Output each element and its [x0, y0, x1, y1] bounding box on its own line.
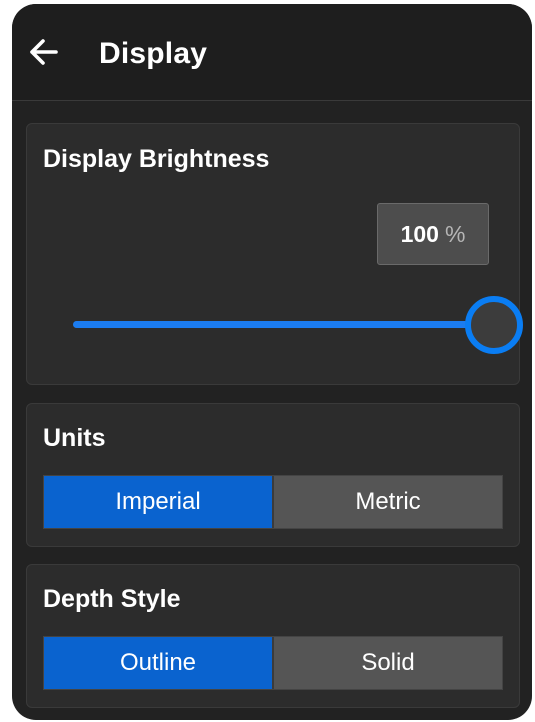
- units-option-metric[interactable]: Metric: [274, 476, 502, 528]
- brightness-value-field[interactable]: 100 %: [377, 203, 489, 265]
- units-segmented-control: Imperial Metric: [43, 475, 503, 529]
- display-settings-screen: Display Display Brightness 100 % Units I…: [12, 4, 532, 720]
- depth-option-solid[interactable]: Solid: [274, 637, 502, 689]
- brightness-card: Display Brightness 100 %: [26, 123, 523, 385]
- slider-thumb[interactable]: [465, 296, 523, 354]
- units-option-imperial[interactable]: Imperial: [44, 476, 272, 528]
- brightness-slider[interactable]: [73, 294, 523, 354]
- top-bar: Display: [12, 4, 532, 101]
- back-button[interactable]: [26, 34, 62, 70]
- brightness-unit: %: [444, 220, 466, 247]
- depth-style-segmented-control: Outline Solid: [43, 636, 503, 690]
- units-card: Units Imperial Metric: [26, 403, 520, 547]
- page-title: Display: [99, 37, 208, 70]
- arrow-left-icon: [30, 39, 58, 65]
- depth-option-outline[interactable]: Outline: [44, 637, 272, 689]
- depth-style-card: Depth Style Outline Solid: [26, 564, 520, 708]
- brightness-value: 100: [400, 220, 439, 247]
- depth-style-title: Depth Style: [43, 585, 181, 613]
- brightness-title: Display Brightness: [43, 145, 270, 173]
- slider-fill: [73, 321, 493, 328]
- units-title: Units: [43, 424, 106, 452]
